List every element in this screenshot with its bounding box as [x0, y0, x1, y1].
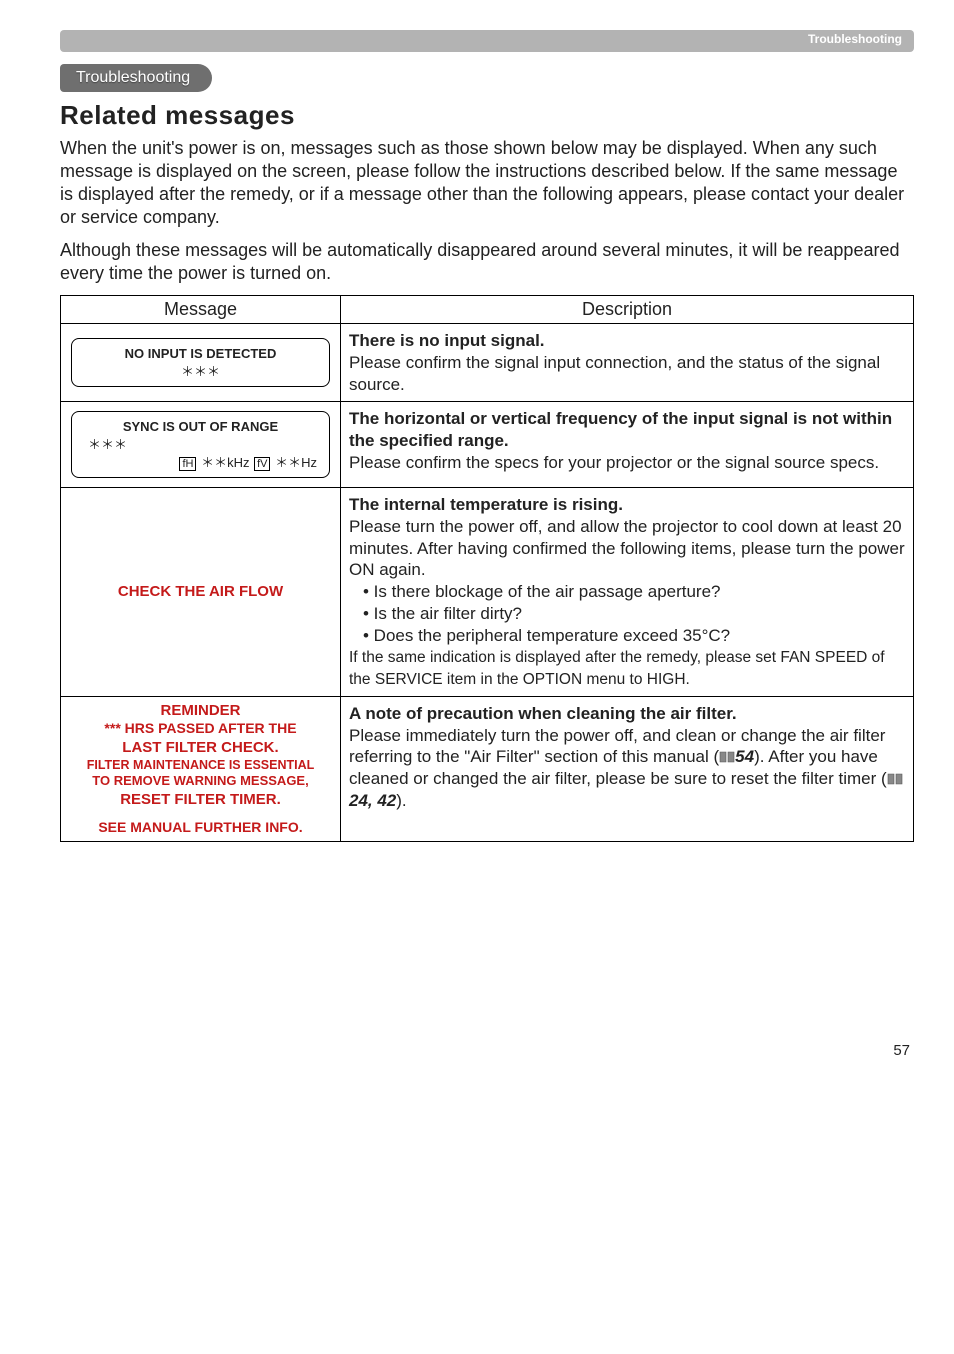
table-row: REMINDER *** HRS PASSED AFTER THE LAST F… [61, 696, 914, 841]
reminder-line: LAST FILTER CHECK. [63, 738, 338, 757]
col-header-message: Message [61, 296, 341, 324]
intro-paragraph-2: Although these messages will be automati… [60, 239, 914, 285]
reminder-line: SEE MANUAL FURTHER INFO. [63, 819, 338, 837]
reminder-line: TO REMOVE WARNING MESSAGE, [63, 773, 338, 790]
desc-bold: A note of precaution when cleaning the a… [349, 704, 737, 723]
fh-label: fH [179, 457, 196, 471]
desc-bold: The horizontal or vertical frequency of … [349, 409, 892, 450]
page-number: 57 [60, 1042, 914, 1059]
fh-value: ＊＊kHz [201, 455, 249, 470]
desc-body: Please confirm the specs for your projec… [349, 453, 879, 472]
msg-line: NO INPUT IS DETECTED [80, 345, 321, 363]
section-pill: Troubleshooting [60, 64, 212, 92]
table-row: NO INPUT IS DETECTED ＊＊＊ There is no inp… [61, 324, 914, 402]
page-ref: 54 [735, 747, 754, 766]
header-bar: Troubleshooting [60, 30, 914, 52]
message-box-sync-range: SYNC IS OUT OF RANGE ＊＊＊ fH ＊＊kHz fV ＊＊H… [71, 411, 330, 478]
book-icon [887, 773, 903, 785]
fv-label: fV [254, 457, 270, 471]
book-icon [719, 751, 735, 763]
desc-bold: The internal temperature is rising. [349, 495, 623, 514]
fv-value: ＊＊Hz [275, 455, 317, 470]
page-ref: 24, 42 [349, 791, 396, 810]
msg-line: ＊＊＊ [80, 363, 321, 381]
reminder-line: *** HRS PASSED AFTER THE [63, 720, 338, 738]
desc-line: Please turn the power off, and allow the… [349, 517, 905, 580]
page-title: Related messages [60, 100, 914, 131]
desc-bullet: • Does the peripheral temperature exceed… [363, 625, 905, 647]
reminder-line: REMINDER [63, 701, 338, 720]
desc-body: Please confirm the signal input connecti… [349, 353, 880, 394]
reminder-line: FILTER MAINTENANCE IS ESSENTIAL [63, 757, 338, 773]
header-section-label: Troubleshooting [808, 32, 902, 46]
desc-bullet: • Is the air filter dirty? [363, 603, 905, 625]
desc-line: If the same indication is displayed afte… [349, 649, 885, 688]
msg-line: SYNC IS OUT OF RANGE [80, 418, 321, 436]
desc-bullet: • Is there blockage of the air passage a… [363, 581, 905, 603]
table-row: SYNC IS OUT OF RANGE ＊＊＊ fH ＊＊kHz fV ＊＊H… [61, 402, 914, 488]
reminder-line: RESET FILTER TIMER. [63, 790, 338, 809]
intro-paragraph-1: When the unit's power is on, messages su… [60, 137, 914, 229]
msg-line: ＊＊＊ [80, 436, 321, 454]
message-check-airflow: CHECK THE AIR FLOW [69, 582, 332, 601]
table-row: CHECK THE AIR FLOW The internal temperat… [61, 488, 914, 697]
desc-bold: There is no input signal. [349, 331, 545, 350]
message-box-no-input: NO INPUT IS DETECTED ＊＊＊ [71, 338, 330, 387]
messages-table: Message Description NO INPUT IS DETECTED… [60, 295, 914, 842]
desc-text: ). [396, 791, 406, 810]
col-header-description: Description [341, 296, 914, 324]
msg-freq-line: fH ＊＊kHz fV ＊＊Hz [80, 454, 321, 472]
